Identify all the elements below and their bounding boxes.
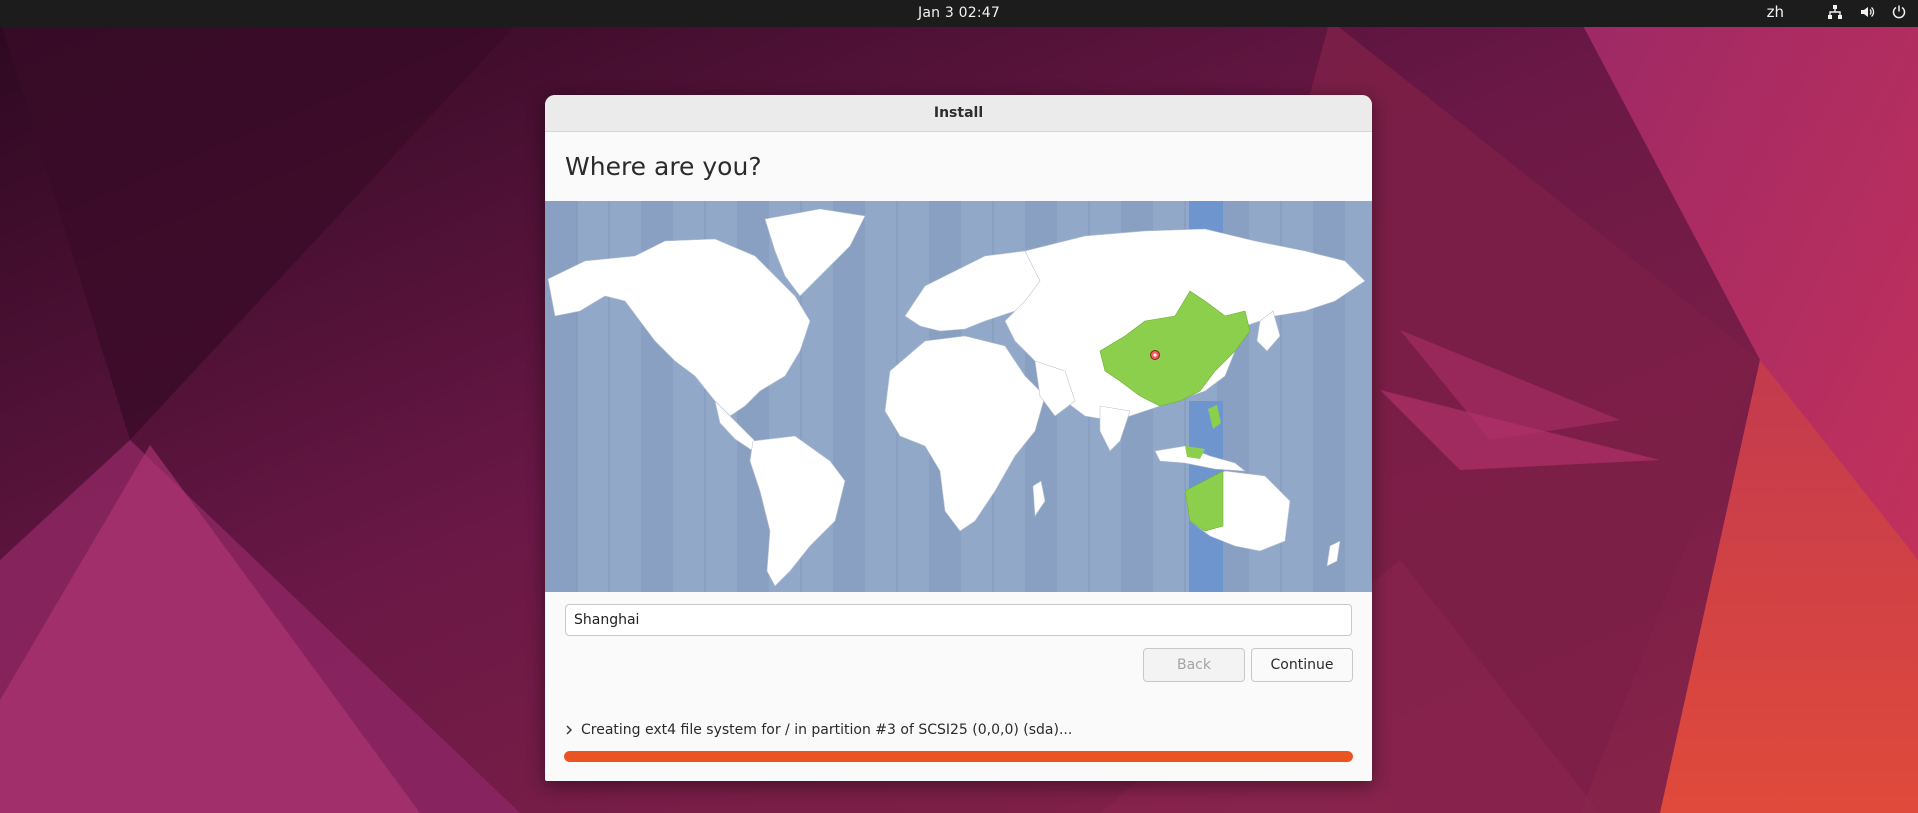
clock[interactable]: Jan 3 02:47 [918,5,1000,21]
window-title: Install [933,105,984,121]
install-window: Install Where are you? Shanghai Back Con… [545,95,1372,781]
back-button[interactable]: Back [1143,648,1245,682]
power-icon[interactable] [1890,3,1908,21]
install-status[interactable]: Creating ext4 file system for / in parti… [565,722,1072,738]
status-text: Creating ext4 file system for / in parti… [581,722,1073,738]
window-titlebar[interactable]: Install [545,95,1372,132]
timezone-input[interactable] [565,604,1352,636]
page-heading: Where are you? [565,152,762,181]
system-tray: zh [1767,3,1908,21]
timezone-map[interactable] [545,201,1372,592]
chevron-right-icon[interactable] [565,724,575,736]
volume-icon[interactable] [1858,3,1876,21]
network-icon[interactable] [1826,3,1844,21]
install-progress-bar [564,751,1353,762]
progress-fill [564,751,1353,762]
top-bar: Jan 3 02:47 zh [0,0,1918,27]
keyboard-language-indicator[interactable]: zh [1767,3,1784,21]
continue-button[interactable]: Continue [1251,648,1353,682]
